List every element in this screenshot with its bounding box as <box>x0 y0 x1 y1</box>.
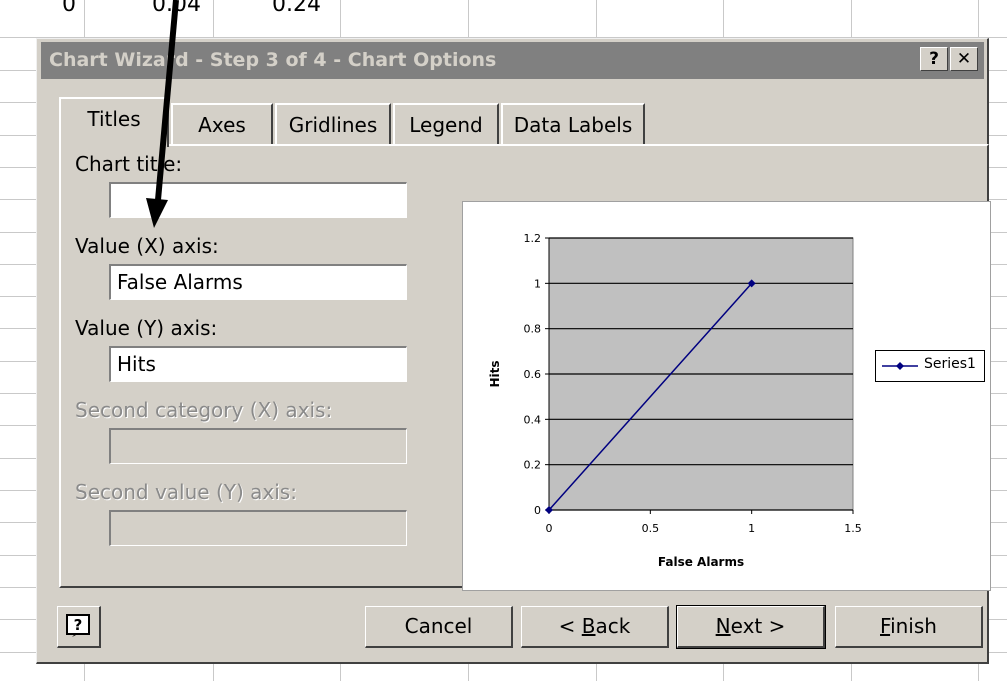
help-title-button[interactable]: ? <box>920 47 948 71</box>
second-value-axis-field <box>109 510 407 546</box>
tab-label: Axes <box>198 113 246 137</box>
value-y-axis-field[interactable]: Hits <box>109 346 407 382</box>
help-icon: ? <box>65 614 90 637</box>
tab-axes[interactable]: Axes <box>171 103 273 145</box>
value-x-axis-field[interactable]: False Alarms <box>109 264 407 300</box>
y-tick-label: 1 <box>534 277 541 290</box>
cell-value: 0.04 <box>152 0 201 17</box>
chart-title-label: Chart title: <box>75 152 183 176</box>
tab-data-labels[interactable]: Data Labels <box>501 103 645 145</box>
legend-series-label: Series1 <box>924 356 976 372</box>
second-category-axis-label: Second category (X) axis: <box>75 398 333 422</box>
y-tick-label: 0.4 <box>524 413 542 426</box>
tab-label: Data Labels <box>513 113 633 137</box>
x-tick-label: 0.5 <box>642 522 660 535</box>
x-tick-label: 1.5 <box>844 522 862 535</box>
tab-titles[interactable]: Titles <box>59 97 169 147</box>
chart-preview: 0 0.2 0.4 0.6 0.8 1 1.2 0 0.5 1 1.5 False Alarms Hit… <box>462 201 991 591</box>
back-button[interactable]: < Back <box>521 606 669 648</box>
tab-label: Gridlines <box>288 113 378 137</box>
chart-legend: Series1 <box>875 350 985 382</box>
y-tick-label: 0.2 <box>524 459 542 472</box>
y-tick-label: 1.2 <box>524 232 542 245</box>
y-axis-title: Hits <box>488 360 502 387</box>
y-tick-label: 0.6 <box>524 368 542 381</box>
close-icon[interactable]: ✕ <box>950 47 978 71</box>
y-tick-label: 0.8 <box>524 323 542 336</box>
next-button[interactable]: Next > <box>676 605 826 649</box>
x-tick-label: 1 <box>748 522 755 535</box>
cell-value: 0.24 <box>272 0 321 17</box>
legend-marker-icon <box>882 362 918 370</box>
chart-title-field[interactable] <box>109 182 407 218</box>
chart-preview-svg: 0 0.2 0.4 0.6 0.8 1 1.2 0 0.5 1 1.5 False Alarms Hit… <box>488 232 862 569</box>
cancel-button[interactable]: Cancel <box>365 606 513 648</box>
value-y-axis-label: Value (Y) axis: <box>75 316 218 340</box>
x-tick-label: 0 <box>546 522 553 535</box>
cell-value: 0 <box>62 0 76 17</box>
tab-gridlines[interactable]: Gridlines <box>275 103 391 145</box>
finish-button[interactable]: Finish <box>835 606 983 648</box>
svg-text:?: ? <box>73 616 82 634</box>
value-x-axis-label: Value (X) axis: <box>75 234 219 258</box>
titles-tab-panel: Chart title: Value (X) axis: False Alarm… <box>59 144 991 591</box>
y-tick-label: 0 <box>534 504 541 517</box>
dialog-title: Chart Wizard - Step 3 of 4 - Chart Optio… <box>41 42 984 79</box>
tab-legend[interactable]: Legend <box>393 103 499 145</box>
tab-label: Titles <box>87 107 141 131</box>
help-button[interactable]: ? <box>57 606 101 648</box>
tab-label: Legend <box>409 113 483 137</box>
chart-wizard-dialog: Chart Wizard - Step 3 of 4 - Chart Optio… <box>36 38 991 664</box>
second-category-axis-field <box>109 428 407 464</box>
second-value-axis-label: Second value (Y) axis: <box>75 480 297 504</box>
x-axis-title: False Alarms <box>658 555 744 569</box>
